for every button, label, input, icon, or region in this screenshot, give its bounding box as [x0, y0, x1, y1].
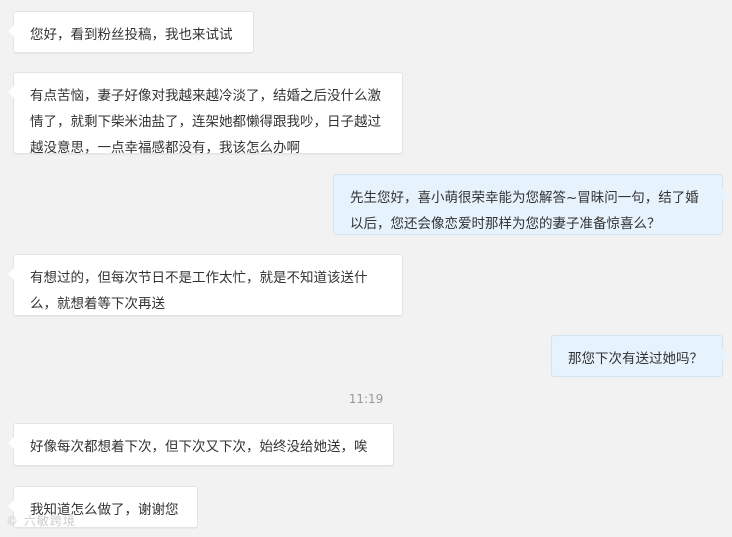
- timestamp: 11:19: [348, 392, 384, 406]
- chat-message-text: 有想过的，但每次节日不是工作太忙，就是不知道该送什么，就想着等下次再送: [30, 270, 368, 312]
- chat-message-3: 先生您好，喜小萌很荣幸能为您解答~冒昧问一句，结了婚以后，您还会像恋爱时那样为您…: [333, 174, 728, 235]
- chat-message-2: 有点苦恼，妻子好像对我越来越冷淡了，结婚之后没什么激情了，就剩下柴米油盐了，连架…: [8, 72, 403, 156]
- chat-message-text: 那您下次有送过她吗？: [568, 351, 703, 367]
- chat-message-text: 先生您好，喜小萌很荣幸能为您解答~冒昧问一句，结了婚以后，您还会像恋爱时那样为您…: [350, 190, 699, 232]
- chat-message-text: 有点苦恼，妻子好像对我越来越冷淡了，结婚之后没什么激情了，就剩下柴米油盐了，连架…: [30, 88, 381, 156]
- chat-message-text: 您好，看到粉丝投稿，我也来试试: [30, 27, 233, 43]
- chat-message-1: 您好，看到粉丝投稿，我也来试试: [8, 11, 254, 53]
- watermark: © 六敏跨境: [6, 514, 76, 528]
- chat-message-4: 有想过的，但每次节日不是工作太忙，就是不知道该送什么，就想着等下次再送: [8, 254, 403, 316]
- chat-message-5: 那您下次有送过她吗？: [551, 335, 728, 377]
- chat-message-6: 好像每次都想着下次，但下次又下次，始终没给她送，唉: [8, 423, 394, 466]
- chat-message-text: 好像每次都想着下次，但下次又下次，始终没给她送，唉: [30, 439, 368, 455]
